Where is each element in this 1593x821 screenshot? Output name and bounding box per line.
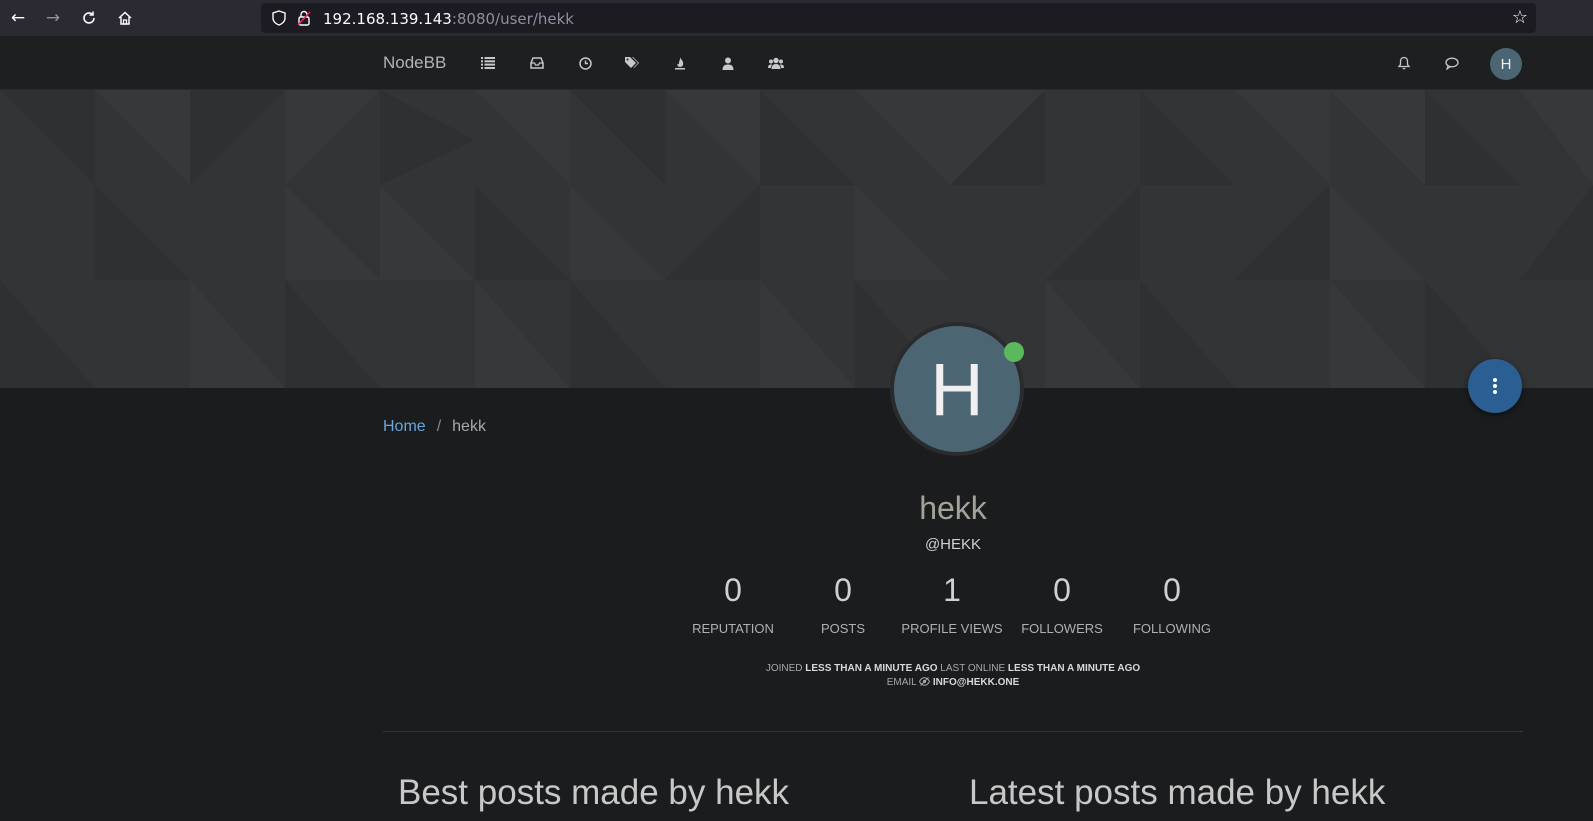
breadcrumb-separator: /: [436, 418, 442, 435]
last-online-label: LAST ONLINE: [940, 663, 1006, 674]
stat-label: PROFILE VIEWS: [901, 621, 1003, 636]
email-value: INFO@HEKK.ONE: [932, 677, 1020, 688]
user-menu-avatar[interactable]: H: [1490, 48, 1522, 80]
stat-value: 0: [1163, 572, 1181, 608]
profile-actions-button[interactable]: [1468, 359, 1522, 413]
stat-followers[interactable]: 0 FOLLOWERS: [1007, 572, 1117, 636]
url-path: :8080/user/hekk: [451, 10, 574, 28]
chats-bubble-icon[interactable]: [1442, 53, 1462, 73]
stat-profile-views: 1 PROFILE VIEWS: [897, 572, 1007, 636]
back-icon[interactable]: ←: [6, 6, 30, 30]
breadcrumb-home-link[interactable]: Home: [383, 418, 426, 436]
brand-logo[interactable]: NodeBB: [383, 53, 446, 73]
stat-value: 0: [1053, 572, 1071, 608]
forward-icon[interactable]: →: [41, 6, 65, 30]
vertical-dots-icon: [1493, 378, 1497, 394]
cover-pattern: [0, 90, 1593, 388]
tracking-shield-icon[interactable]: [269, 8, 289, 28]
stat-label: FOLLOWERS: [1021, 621, 1103, 636]
browser-toolbar: ← → 192.168.139.143:8080/user/hekk ☆: [0, 0, 1593, 36]
stat-label: FOLLOWING: [1132, 621, 1211, 636]
categories-icon[interactable]: [478, 53, 498, 73]
joined-value: LESS THAN A MINUTE AGO: [805, 663, 938, 674]
last-online-value: LESS THAN A MINUTE AGO: [1007, 663, 1141, 674]
url-bar[interactable]: 192.168.139.143:8080/user/hekk ☆: [261, 3, 1536, 33]
email-label: EMAIL: [886, 677, 917, 688]
profile-username: @HEKK: [924, 536, 982, 553]
stat-label: REPUTATION: [692, 621, 774, 636]
bookmark-star-icon[interactable]: ☆: [1512, 7, 1528, 28]
joined-label: JOINED: [765, 663, 803, 674]
section-divider: [383, 731, 1523, 732]
latest-posts-heading: Latest posts made by hekk: [969, 773, 1386, 812]
users-icon[interactable]: [718, 53, 738, 73]
profile-avatar: H: [890, 322, 1024, 456]
reload-icon[interactable]: [77, 6, 101, 30]
tags-icon[interactable]: [622, 53, 642, 73]
profile-cover: [0, 90, 1593, 388]
notifications-bell-icon[interactable]: [1394, 53, 1414, 73]
profile-meta-dates: JOINED LESS THAN A MINUTE AGO LAST ONLIN…: [0, 663, 1593, 674]
unread-inbox-icon[interactable]: [527, 53, 547, 73]
stat-following[interactable]: 0 FOLLOWING: [1117, 572, 1227, 636]
groups-icon[interactable]: [766, 53, 786, 73]
stat-label: POSTS: [820, 621, 866, 636]
url-host: 192.168.139.143: [323, 10, 452, 28]
stat-value: 1: [943, 572, 961, 608]
breadcrumb: Home / hekk: [383, 418, 486, 436]
profile-fullname: hekk: [919, 490, 987, 526]
stat-posts[interactable]: 0 POSTS: [788, 572, 898, 636]
online-status-indicator: [1004, 342, 1024, 362]
home-icon[interactable]: [113, 6, 137, 30]
email-hidden-icon: [919, 677, 931, 689]
best-posts-heading: Best posts made by hekk: [398, 773, 790, 812]
profile-meta-email: EMAIL INFO@HEKK.ONE: [0, 677, 1593, 689]
insecure-lock-icon[interactable]: [294, 8, 314, 28]
stat-value: 0: [724, 572, 742, 608]
breadcrumb-current: hekk: [452, 418, 486, 435]
site-header: NodeBB H: [0, 36, 1593, 90]
recent-clock-icon[interactable]: [575, 53, 595, 73]
stat-reputation: 0 REPUTATION: [678, 572, 788, 636]
popular-fire-icon[interactable]: [670, 53, 690, 73]
stat-value: 0: [834, 572, 852, 608]
url-text[interactable]: 192.168.139.143:8080/user/hekk: [323, 10, 574, 28]
